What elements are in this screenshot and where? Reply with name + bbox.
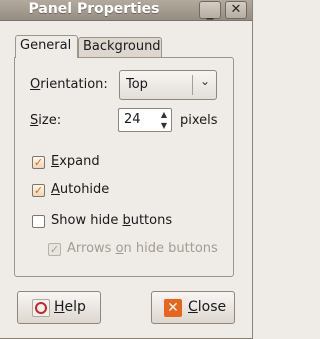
arrows-label-rest: n hide buttons xyxy=(123,241,218,256)
close-window-button[interactable]: ✕ xyxy=(225,1,247,19)
help-button-label: Help xyxy=(54,299,86,315)
dropdown-separator xyxy=(192,75,193,95)
tab-background[interactable]: Background xyxy=(78,37,162,57)
expand-label-text: xpand xyxy=(59,154,100,169)
orientation-dropdown[interactable]: Top ⌄ xyxy=(119,70,217,100)
window-title: Panel Properties xyxy=(28,1,160,17)
show-hide-buttons-mnemonic: b xyxy=(122,213,131,228)
size-label: Size: xyxy=(30,113,61,128)
orientation-label: Orientation: xyxy=(30,77,108,92)
panel-properties-dialog: Panel Properties _ ✕ General Background … xyxy=(0,0,253,339)
close-button[interactable]: ✕ Close xyxy=(151,291,235,324)
autohide-label[interactable]: Autohide xyxy=(51,182,109,197)
title-bar[interactable]: Panel Properties _ ✕ xyxy=(0,0,252,21)
size-spinbutton[interactable]: 24 ▲ ▼ xyxy=(118,108,172,132)
close-icon: ✕ xyxy=(164,299,182,317)
tab-general[interactable]: General xyxy=(15,35,78,58)
show-hide-buttons-label-pre: Show hide xyxy=(51,213,123,228)
expand-checkbox[interactable]: ✓ xyxy=(32,156,45,169)
orientation-value: Top xyxy=(126,77,148,92)
close-mnemonic: C xyxy=(188,299,198,315)
show-hide-buttons-label[interactable]: Show hide buttons xyxy=(51,213,172,228)
help-mnemonic: H xyxy=(54,299,65,315)
help-button[interactable]: Help xyxy=(17,291,101,324)
close-button-label: Close xyxy=(188,299,226,315)
size-label-text: ize: xyxy=(38,113,62,128)
arrows-checkbox: ✓ xyxy=(48,243,61,256)
orientation-label-text: rientation: xyxy=(40,77,108,92)
spin-up-icon[interactable]: ▲ xyxy=(157,109,171,120)
close-label-text: lose xyxy=(197,299,227,315)
chevron-down-icon[interactable]: ⌄ xyxy=(200,74,210,88)
arrows-mnemonic: o xyxy=(115,241,124,256)
size-unit: pixels xyxy=(180,113,218,128)
help-icon xyxy=(32,299,50,317)
arrows-label: Arrows on hide buttons xyxy=(67,241,218,256)
spin-down-icon[interactable]: ▼ xyxy=(157,120,171,131)
spin-arrows[interactable]: ▲ ▼ xyxy=(157,109,171,131)
size-value[interactable]: 24 xyxy=(124,112,141,127)
autohide-checkbox[interactable]: ✓ xyxy=(32,184,45,197)
autohide-mnemonic: A xyxy=(51,182,60,197)
show-hide-buttons-label-rest: uttons xyxy=(130,213,173,228)
arrows-label-pre: Arrows xyxy=(67,241,116,256)
autohide-label-text: utohide xyxy=(59,182,110,197)
orientation-mnemonic: O xyxy=(30,77,41,92)
minimize-button[interactable]: _ xyxy=(199,1,221,20)
expand-mnemonic: E xyxy=(51,154,60,169)
help-label-text: elp xyxy=(64,299,86,315)
show-hide-buttons-checkbox[interactable] xyxy=(32,215,45,228)
expand-label[interactable]: Expand xyxy=(51,154,100,169)
